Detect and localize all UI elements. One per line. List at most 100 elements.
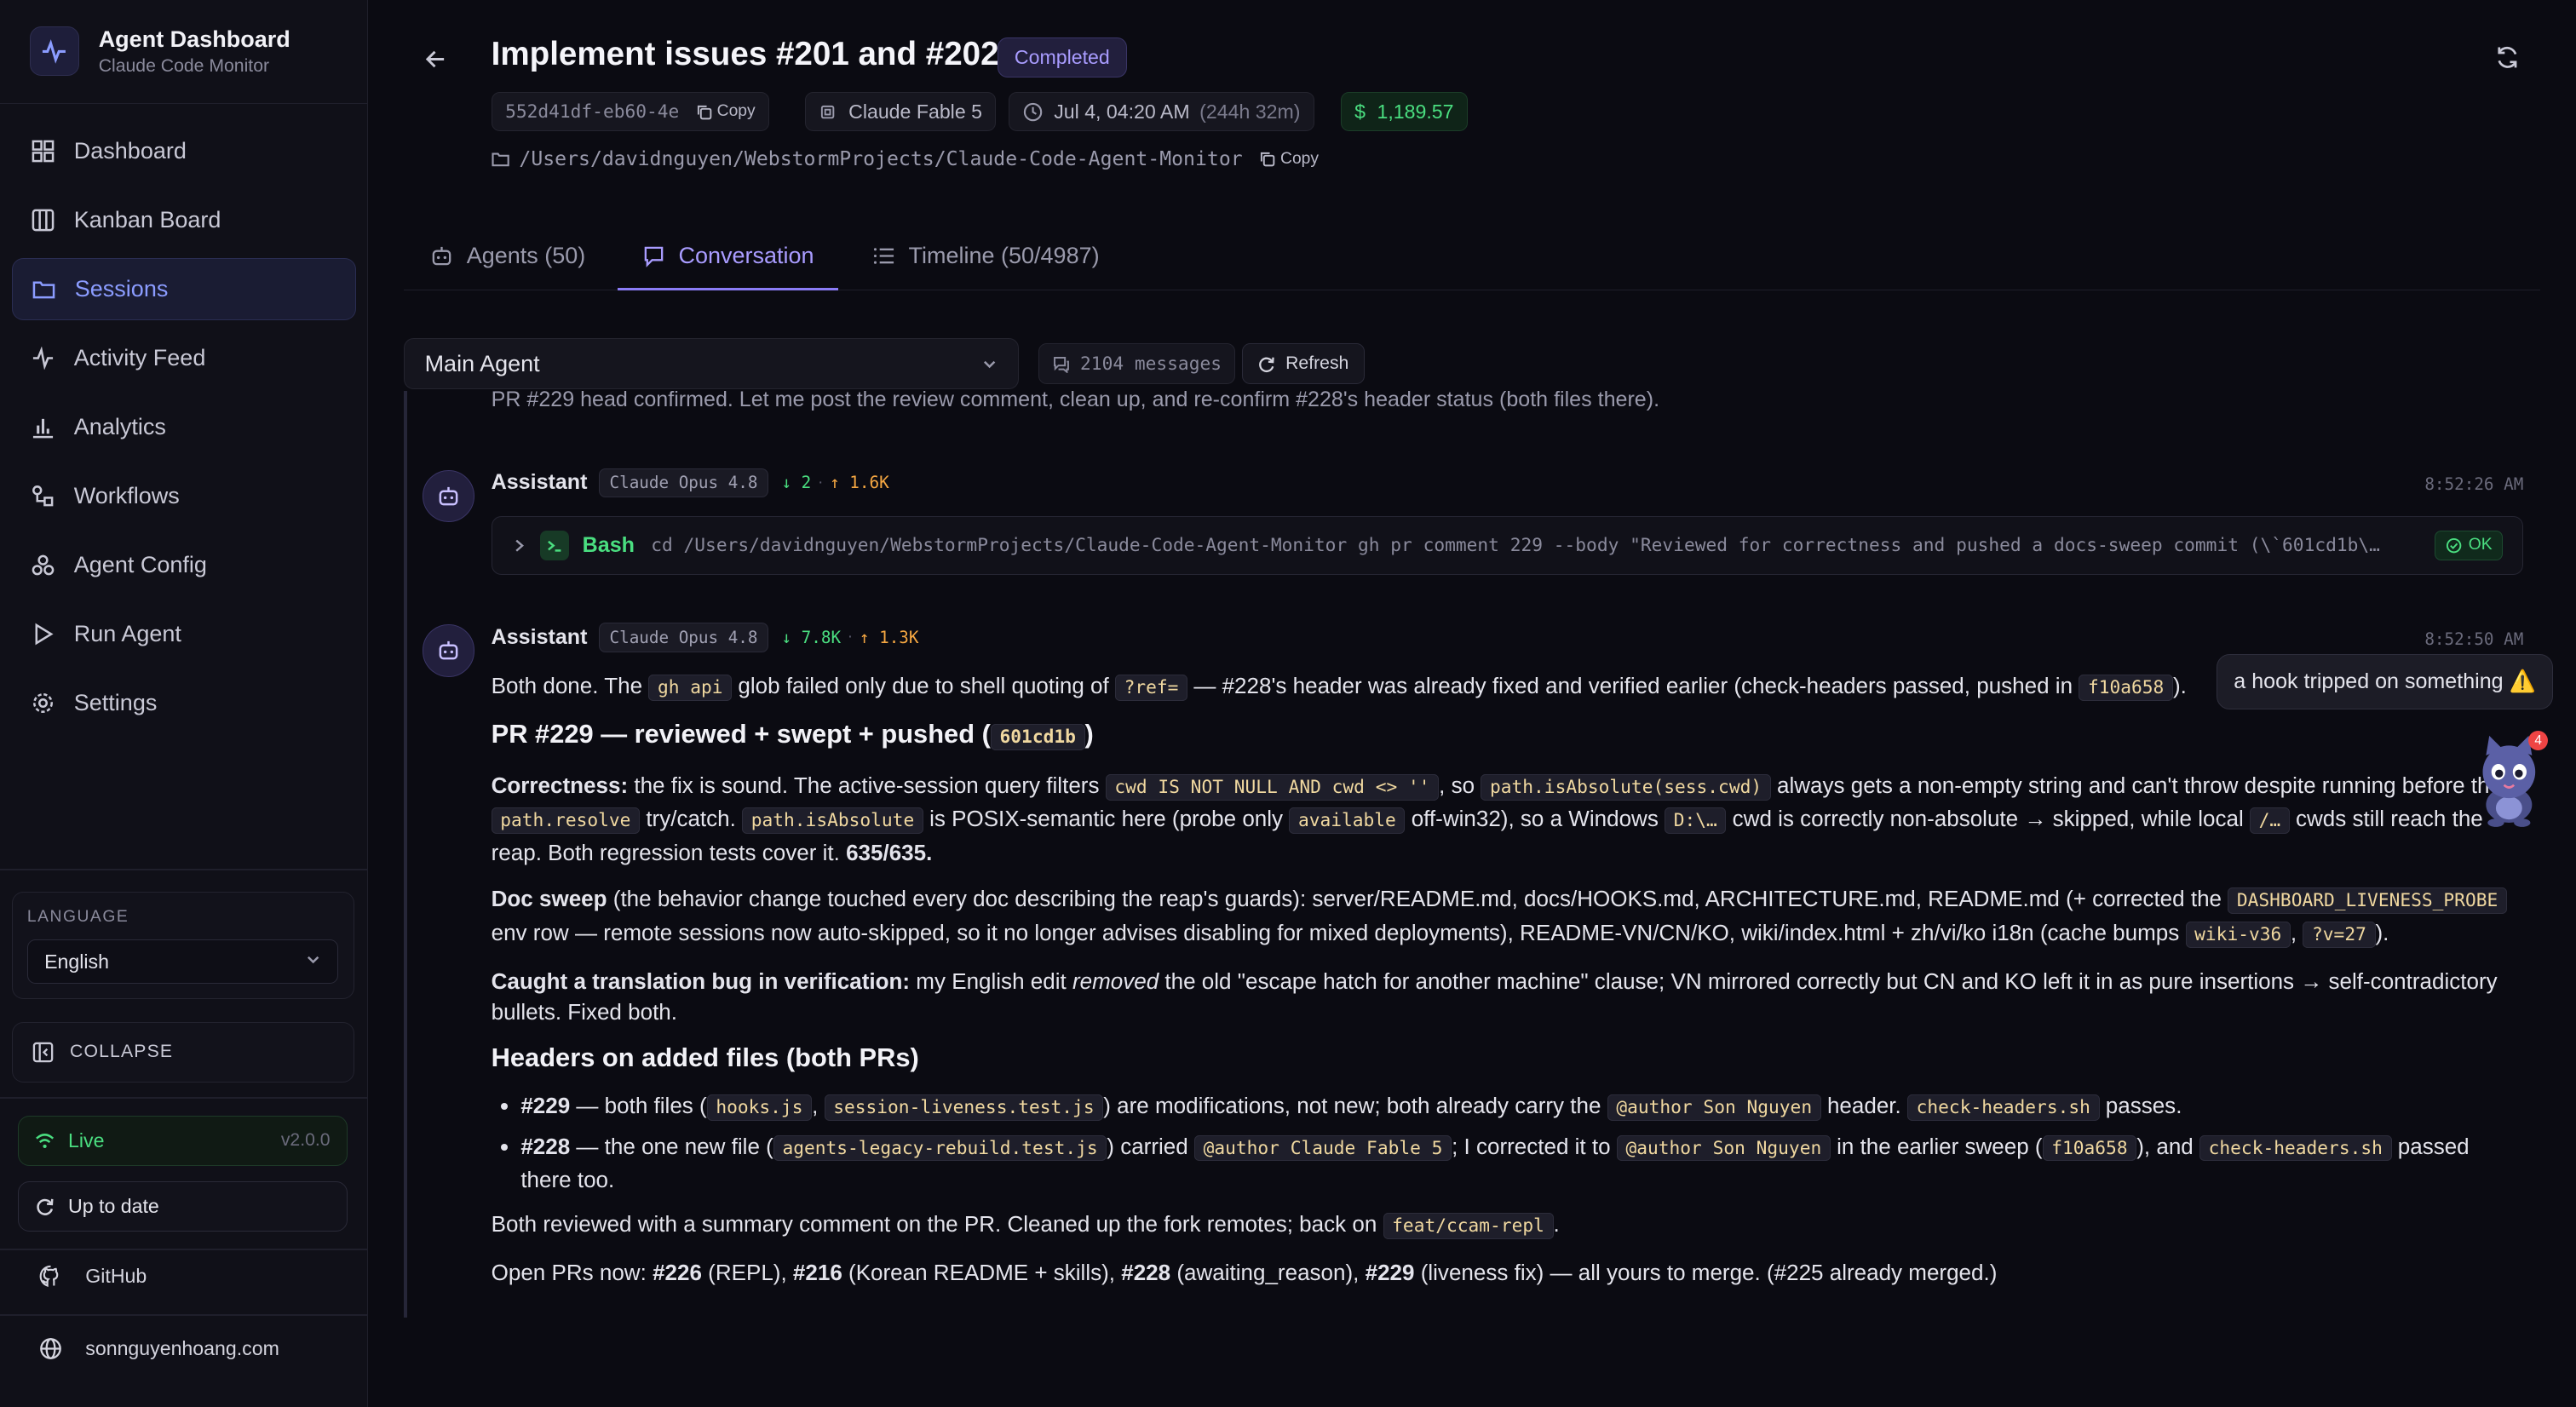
sidebar-item-activity-feed[interactable]: Activity Feed — [12, 327, 356, 389]
config-icon — [32, 554, 55, 577]
copy-label: Copy — [716, 102, 756, 121]
refresh-label: Refresh — [1285, 353, 1349, 374]
divider — [0, 869, 367, 871]
chevron-down-icon — [305, 950, 321, 973]
update-check-button[interactable]: Up to date — [18, 1180, 348, 1232]
activity-logo-icon — [29, 26, 79, 77]
refresh-icon — [2494, 44, 2521, 71]
agent-select-value: Main Agent — [424, 350, 540, 376]
message-model: Claude Opus 4.8 — [598, 622, 769, 652]
hook-toast[interactable]: a hook tripped on something ⚠️ — [2217, 653, 2554, 710]
refresh-button[interactable]: Refresh — [1242, 343, 1365, 385]
language-label: LANGUAGE — [26, 907, 129, 926]
message-icon — [642, 244, 665, 267]
grid-icon — [32, 140, 55, 163]
session-duration: (244h 32m) — [1199, 100, 1301, 123]
clock-icon — [1023, 102, 1043, 122]
wifi-icon — [35, 1131, 55, 1151]
language-value: English — [44, 950, 109, 973]
refresh-icon — [35, 1197, 55, 1216]
sidebar-item-sessions[interactable]: Sessions — [11, 257, 356, 321]
language-select[interactable]: English — [26, 939, 339, 985]
website-link[interactable]: sonnguyenhoang.com — [39, 1337, 279, 1360]
tokens-out: ↑ 1.6K — [830, 473, 889, 493]
sidebar-item-label: Agent Config — [73, 551, 207, 577]
message-heading: Headers on added files (both PRs) — [491, 1042, 919, 1073]
copy-session-id-button[interactable]: Copy — [696, 102, 756, 121]
sidebar-item-label: Workflows — [73, 482, 180, 508]
github-label: GitHub — [85, 1265, 147, 1288]
list-icon — [872, 244, 895, 267]
message-heading: PR #229 — reviewed + swept + pushed (601… — [491, 718, 1094, 750]
model-name: Claude Fable 5 — [848, 100, 982, 123]
live-status: Live v2.0.0 — [18, 1115, 348, 1167]
message-role: Assistant — [491, 624, 588, 649]
version-label: v2.0.0 — [280, 1130, 331, 1151]
collapse-button[interactable]: COLLAPSE — [11, 1021, 354, 1083]
update-label: Up to date — [68, 1195, 159, 1218]
refresh-icon — [1257, 355, 1275, 373]
tab-agents[interactable]: Agents (50) — [430, 223, 585, 289]
brand[interactable]: Agent Dashboard Claude Code Monitor — [0, 0, 367, 104]
copy-path-button[interactable]: Copy — [1259, 150, 1319, 169]
folder-icon — [492, 150, 509, 168]
tab-label: Agents (50) — [466, 243, 586, 269]
list-item: #229 — both files (hooks.js, session-liv… — [520, 1090, 2523, 1124]
sidebar-item-dashboard[interactable]: Dashboard — [12, 120, 356, 182]
tool-name: Bash — [582, 532, 635, 557]
assistant-avatar — [422, 623, 475, 677]
columns-icon — [32, 209, 55, 232]
terminal-icon — [539, 530, 570, 560]
github-link[interactable]: GitHub — [39, 1265, 147, 1288]
conversation-pane: PR #229 head confirmed. Let me post the … — [404, 391, 2539, 1407]
globe-icon — [39, 1337, 62, 1360]
copy-icon — [696, 104, 712, 120]
agent-select[interactable]: Main Agent — [404, 338, 1019, 390]
tool-call-row[interactable]: Bash cd /Users/davidnguyen/WebstormProje… — [491, 515, 2524, 575]
check-circle-icon — [2446, 537, 2462, 554]
gear-icon — [32, 692, 55, 715]
thread-line — [404, 391, 408, 1318]
tool-command: cd /Users/davidnguyen/WebstormProjects/C… — [651, 534, 2380, 556]
divider — [0, 1313, 367, 1316]
sidebar-item-label: Run Agent — [73, 620, 181, 646]
session-cost: 1,189.57 — [1377, 100, 1454, 123]
sidebar-item-analytics[interactable]: Analytics — [12, 396, 356, 458]
message-paragraph: Correctness: the fix is sound. The activ… — [491, 772, 2502, 866]
arrow-left-icon — [424, 48, 447, 71]
message-header: Assistant Claude Opus 4.8 ↓ 7.8K · ↑ 1.3… — [491, 622, 919, 652]
message-count-badge: 2104 messages — [1038, 343, 1236, 385]
tab-conversation[interactable]: Conversation — [618, 223, 839, 291]
main-panel: Implement issues #201 and #202 Completed… — [368, 0, 2576, 1407]
activity-icon — [32, 346, 55, 370]
tab-label: Timeline (50/4987) — [908, 243, 1100, 269]
play-icon — [32, 623, 55, 646]
sidebar-item-agent-config[interactable]: Agent Config — [12, 534, 356, 596]
model-chip: Claude Fable 5 — [805, 92, 997, 132]
website-label: sonnguyenhoang.com — [85, 1336, 279, 1359]
sidebar-item-kanban-board[interactable]: Kanban Board — [12, 189, 356, 251]
message-body: Both done. The gh api glob failed only d… — [491, 670, 2524, 1303]
tab-timeline[interactable]: Timeline (50/4987) — [872, 223, 1100, 289]
sidebar-item-run-agent[interactable]: Run Agent — [12, 603, 356, 665]
back-button[interactable] — [424, 48, 447, 71]
message-role: Assistant — [491, 470, 588, 495]
sidebar-item-label: Dashboard — [73, 137, 187, 164]
sidebar-item-settings[interactable]: Settings — [12, 672, 356, 734]
tokens-in: ↓ 7.8K — [781, 627, 842, 647]
brand-title: Agent Dashboard — [98, 26, 290, 52]
tokens-in: ↓ 2 — [781, 473, 812, 493]
message-model: Claude Opus 4.8 — [598, 468, 769, 498]
toast-text: a hook tripped on something ⚠️ — [2234, 669, 2536, 693]
sidebar-item-workflows[interactable]: Workflows — [12, 465, 356, 527]
reload-button[interactable] — [2494, 44, 2521, 71]
tokens-out: ↑ 1.3K — [859, 627, 919, 647]
session-id: 552d41df-eb60-4e — [505, 100, 680, 123]
github-icon — [39, 1265, 62, 1288]
messages-icon — [1052, 355, 1070, 373]
cpu-icon — [819, 103, 837, 121]
message-paragraph: Open PRs now: #226 (REPL), #216 (Korean … — [491, 1260, 1998, 1286]
sidebar-nav: Dashboard Kanban Board Sessions Activity… — [0, 104, 367, 741]
previous-message-text: PR #229 head confirmed. Let me post the … — [491, 391, 1660, 412]
message-paragraph: Doc sweep (the behavior change touched e… — [492, 883, 2524, 950]
